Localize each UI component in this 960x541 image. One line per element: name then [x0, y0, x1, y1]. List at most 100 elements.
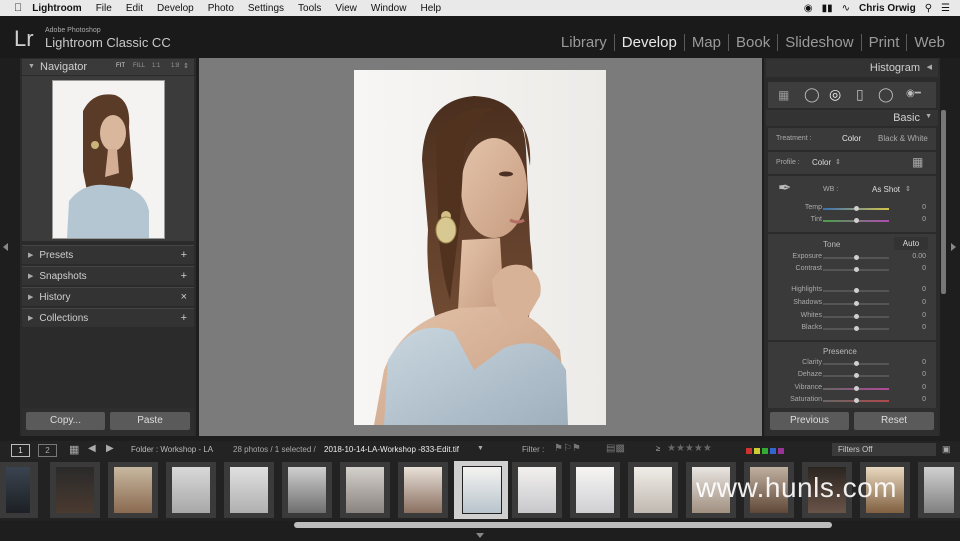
- contrast-knob[interactable]: [853, 267, 859, 272]
- right-panel-toggle-icon[interactable]: [951, 243, 956, 251]
- highlights-track[interactable]: [823, 288, 889, 293]
- red-eye-icon[interactable]: ◎: [829, 86, 841, 103]
- previous-button[interactable]: Previous: [770, 412, 849, 430]
- clarity-track[interactable]: [823, 361, 889, 366]
- profile-dropdown-icon[interactable]: ⇕: [835, 158, 841, 166]
- zoom-1-8[interactable]: 1:8: [171, 63, 179, 69]
- whites-value[interactable]: 0: [922, 312, 926, 319]
- blacks-value[interactable]: 0: [922, 324, 926, 331]
- back-arrow-icon[interactable]: ◀: [88, 443, 96, 454]
- collapse-triangle-icon[interactable]: ◀: [927, 63, 932, 71]
- menu-window[interactable]: Window: [371, 3, 407, 14]
- right-panel-scrollbar[interactable]: [941, 110, 946, 294]
- module-map[interactable]: Map: [683, 34, 728, 51]
- left-panel-toggle-icon[interactable]: [3, 243, 8, 251]
- profile-select[interactable]: Color: [812, 158, 831, 167]
- saturation-value[interactable]: 0: [922, 396, 926, 403]
- menu-app[interactable]: Lightroom: [32, 3, 81, 14]
- wb-select[interactable]: As Shot: [872, 185, 900, 194]
- tint-track[interactable]: [823, 218, 889, 223]
- tint-knob[interactable]: [853, 218, 859, 223]
- creative-cloud-icon[interactable]: ◉: [804, 3, 813, 14]
- temp-slider[interactable]: Temp 0: [770, 203, 930, 215]
- apple-icon[interactable]: : [14, 2, 22, 14]
- selected-filename[interactable]: 2018-10-14-LA-Workshop -833-Edit.tif: [324, 445, 459, 454]
- exposure-track[interactable]: [823, 255, 889, 260]
- copy-button[interactable]: Copy...: [26, 412, 105, 430]
- module-library[interactable]: Library: [554, 34, 614, 51]
- saturation-knob[interactable]: [853, 398, 859, 403]
- dehaze-track[interactable]: [823, 373, 889, 378]
- zoom-fit[interactable]: FIT: [116, 63, 125, 69]
- histogram-header[interactable]: Histogram ◀: [766, 59, 938, 77]
- module-web[interactable]: Web: [906, 34, 952, 51]
- clarity-value[interactable]: 0: [922, 359, 926, 366]
- profile-browser-icon[interactable]: ▦: [912, 155, 923, 169]
- radial-filter-icon[interactable]: ◯: [878, 86, 894, 103]
- tint-value[interactable]: 0: [922, 216, 926, 223]
- filmstrip-thumb-7[interactable]: [340, 462, 390, 518]
- clear-history-icon[interactable]: ×: [181, 291, 187, 303]
- filter-lock-icon[interactable]: ▣: [942, 444, 951, 455]
- wb-dropdown-icon[interactable]: ⇕: [905, 185, 911, 193]
- color-label-filter[interactable]: [746, 446, 806, 454]
- menu-photo[interactable]: Photo: [208, 3, 234, 14]
- eyedropper-icon[interactable]: ✒: [778, 178, 791, 198]
- filmstrip-thumb-11[interactable]: [570, 462, 620, 518]
- history-header[interactable]: ▶ History ×: [22, 287, 194, 306]
- edit-filter-icons[interactable]: ▤▩: [606, 443, 625, 454]
- exposure-slider[interactable]: Exposure 0.00: [770, 252, 930, 264]
- crop-tool-icon[interactable]: ▦: [778, 88, 789, 102]
- filmstrip-thumb-1[interactable]: [0, 462, 38, 518]
- shadows-knob[interactable]: [853, 301, 859, 306]
- add-snapshot-icon[interactable]: +: [181, 270, 187, 282]
- graduated-filter-icon[interactable]: ▯: [856, 86, 864, 103]
- navigator-header[interactable]: ▼ Navigator FIT FILL 1:1 1:8 ⇕: [22, 59, 194, 75]
- filmstrip-thumb-6[interactable]: [282, 462, 332, 518]
- zoom-fill[interactable]: FILL: [133, 63, 145, 69]
- temp-knob[interactable]: [853, 206, 859, 211]
- reset-button[interactable]: Reset: [854, 412, 934, 430]
- forward-arrow-icon[interactable]: ▶: [106, 443, 114, 454]
- auto-tone-button[interactable]: Auto: [894, 237, 928, 250]
- highlights-value[interactable]: 0: [922, 286, 926, 293]
- shadows-slider[interactable]: Shadows 0: [770, 298, 930, 310]
- temp-track[interactable]: [823, 206, 889, 211]
- grid-view-icon[interactable]: ▦: [69, 443, 79, 456]
- bottom-panel-toggle-icon[interactable]: [476, 533, 484, 538]
- module-develop[interactable]: Develop: [613, 34, 684, 51]
- whites-slider[interactable]: Whites 0: [770, 311, 930, 323]
- add-collection-icon[interactable]: +: [181, 312, 187, 324]
- rating-operator-icon[interactable]: ≥: [656, 444, 660, 453]
- dehaze-value[interactable]: 0: [922, 371, 926, 378]
- main-photo[interactable]: [354, 70, 606, 425]
- flag-filter-icons[interactable]: ⚑⚐⚑: [554, 443, 581, 454]
- blacks-slider[interactable]: Blacks 0: [770, 323, 930, 335]
- filmstrip-thumb-selected[interactable]: [454, 461, 508, 519]
- blacks-track[interactable]: [823, 326, 889, 331]
- filmstrip-thumb-10[interactable]: [512, 462, 562, 518]
- menu-tools[interactable]: Tools: [298, 3, 321, 14]
- vibrance-track[interactable]: [823, 386, 889, 391]
- star-rating-filter-icons[interactable]: ★★★★★: [667, 443, 712, 454]
- menu-develop[interactable]: Develop: [157, 3, 194, 14]
- clarity-knob[interactable]: [853, 361, 859, 366]
- filmstrip-scrollbar[interactable]: [294, 522, 832, 528]
- dehaze-knob[interactable]: [853, 373, 859, 378]
- adjustment-brush-icon[interactable]: ◉━: [906, 88, 921, 99]
- user-name[interactable]: Chris Orwig: [859, 3, 916, 14]
- contrast-track[interactable]: [823, 267, 889, 272]
- temp-value[interactable]: 0: [922, 204, 926, 211]
- filename-dropdown-icon[interactable]: ▼: [477, 445, 484, 452]
- filmstrip-thumb-17[interactable]: [918, 462, 960, 518]
- dehaze-slider[interactable]: Dehaze 0: [770, 370, 930, 382]
- module-print[interactable]: Print: [860, 34, 907, 51]
- filmstrip-thumb-12[interactable]: [628, 462, 678, 518]
- menu-file[interactable]: File: [96, 3, 112, 14]
- paste-button[interactable]: Paste: [110, 412, 190, 430]
- presets-header[interactable]: ▶ Presets +: [22, 245, 194, 264]
- whites-knob[interactable]: [853, 314, 859, 319]
- basic-header[interactable]: Basic ▼: [766, 110, 938, 126]
- treatment-bw-button[interactable]: Black & White: [878, 134, 928, 143]
- menu-help[interactable]: Help: [420, 3, 441, 14]
